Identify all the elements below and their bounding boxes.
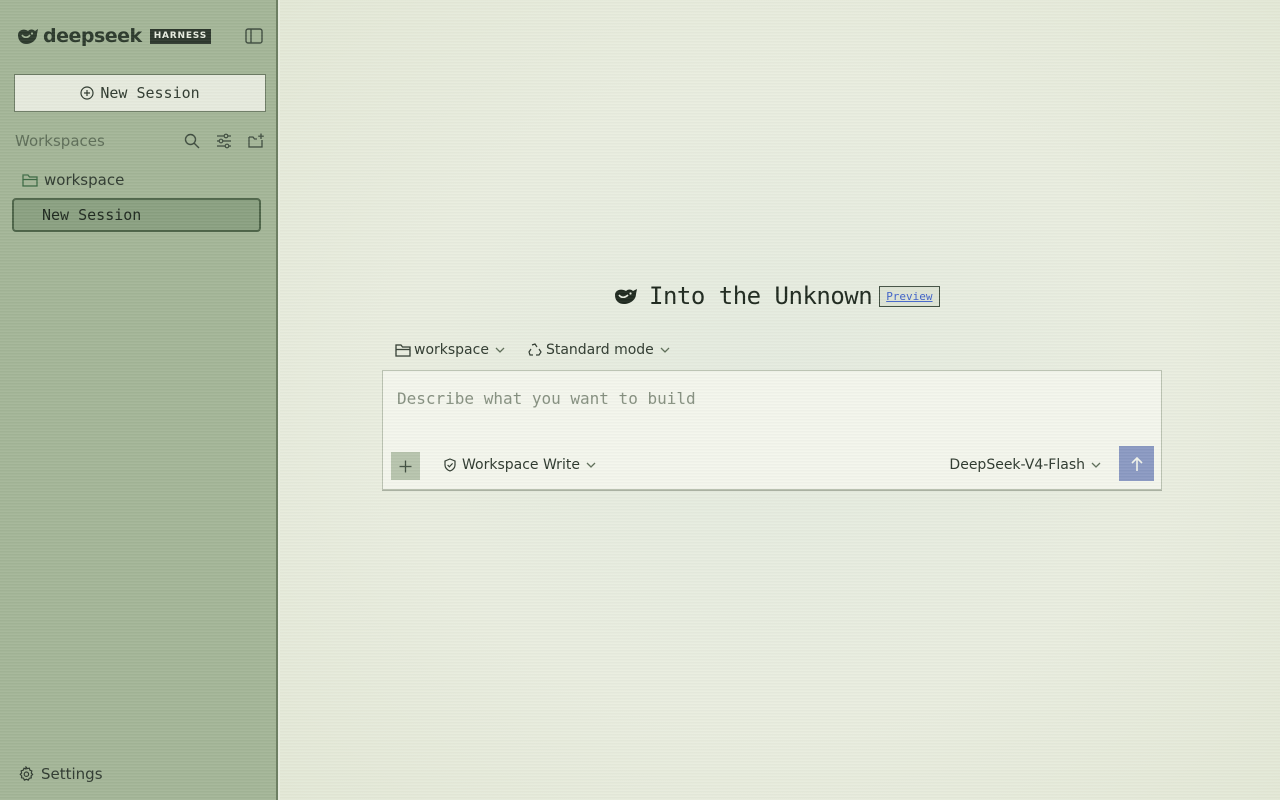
plus-circle-icon — [80, 86, 94, 100]
workspace-selector-label: workspace — [414, 342, 489, 358]
whale-icon — [615, 289, 637, 304]
filter-icon[interactable] — [215, 132, 233, 150]
search-icon[interactable] — [183, 132, 201, 150]
preview-badge[interactable]: Preview — [879, 285, 940, 307]
hero-title: Into the Unknown — [649, 282, 873, 310]
folder-icon — [395, 344, 411, 357]
session-item-label: New Session — [42, 206, 142, 224]
arrow-up-icon — [1130, 456, 1143, 471]
workspace-folder[interactable]: workspace — [22, 170, 124, 190]
recycle-icon — [528, 343, 542, 356]
composer: Workspace Write DeepSeek-V4-Flash — [382, 370, 1162, 490]
chevron-down-icon — [660, 347, 670, 353]
workspaces-header: Workspaces — [15, 130, 265, 152]
add-folder-icon[interactable] — [247, 132, 265, 150]
main-panel: Into the Unknown Preview workspace Stand… — [280, 0, 1280, 800]
session-selectors: workspace Standard mode — [395, 340, 670, 360]
workspaces-title: Workspaces — [15, 132, 105, 150]
workspace-selector[interactable]: workspace — [395, 342, 505, 358]
permission-selector[interactable]: Workspace Write — [443, 457, 596, 473]
brand-badge: HARNESS — [149, 28, 211, 44]
new-session-button[interactable]: New Session — [14, 74, 266, 112]
chevron-down-icon — [586, 462, 596, 468]
send-button[interactable] — [1119, 446, 1154, 481]
sidebar: deepseek HARNESS New Session Workspaces — [0, 0, 278, 800]
mode-selector-label: Standard mode — [545, 342, 654, 358]
attach-button[interactable] — [391, 452, 420, 480]
mode-selector[interactable]: Standard mode — [527, 342, 670, 358]
whale-logo-icon — [18, 29, 38, 44]
model-selector[interactable]: DeepSeek-V4-Flash — [949, 457, 1101, 473]
model-label: DeepSeek-V4-Flash — [949, 457, 1085, 473]
gear-icon — [19, 766, 34, 781]
workspace-folder-label: workspace — [44, 171, 125, 189]
shield-check-icon — [444, 458, 456, 472]
settings-button[interactable]: Settings — [18, 763, 103, 785]
permission-label: Workspace Write — [462, 457, 580, 473]
plus-icon — [399, 460, 412, 472]
chevron-down-icon — [1091, 462, 1101, 468]
session-item-new-session[interactable]: New Session — [12, 198, 261, 232]
brand: deepseek HARNESS — [16, 24, 211, 48]
folder-icon — [22, 174, 38, 187]
settings-label: Settings — [41, 765, 103, 783]
new-session-label: New Session — [100, 84, 200, 102]
brand-name: deepseek — [43, 25, 142, 47]
prompt-input[interactable] — [397, 385, 1137, 411]
chevron-down-icon — [495, 347, 505, 353]
hero: Into the Unknown Preview — [613, 281, 940, 311]
sidebar-toggle-icon[interactable] — [245, 28, 263, 44]
